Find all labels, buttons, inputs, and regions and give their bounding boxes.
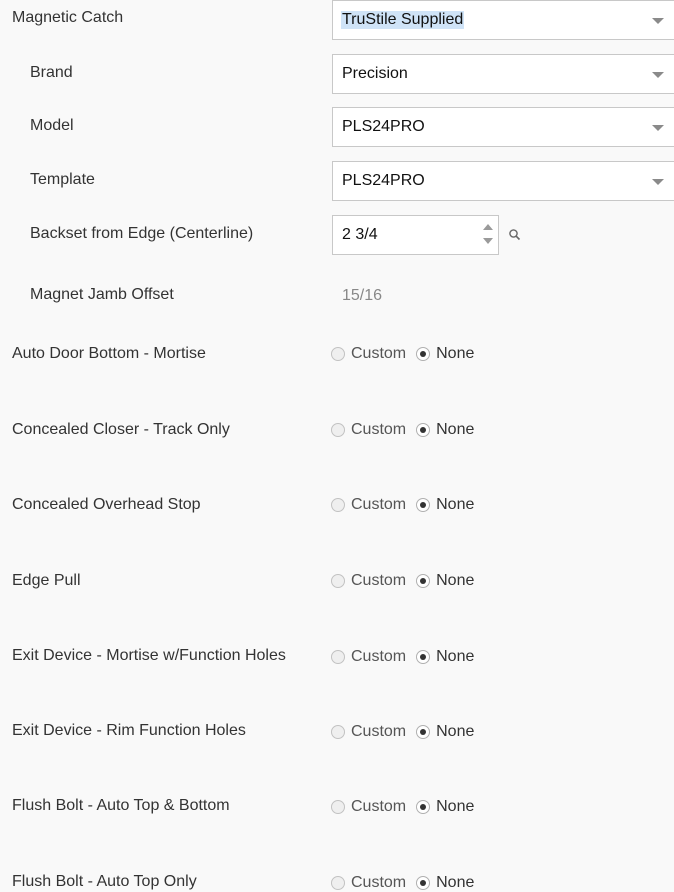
option-label: Flush Bolt - Auto Top & Bottom xyxy=(12,797,230,814)
option-radio-group: Custom None xyxy=(331,874,484,892)
option-radio-group: Custom None xyxy=(331,421,484,439)
option-radio-group: Custom None xyxy=(331,572,484,590)
custom-radio[interactable]: Custom xyxy=(331,648,406,666)
model-select[interactable]: PLS24PRO xyxy=(332,107,674,147)
radio-circle-icon xyxy=(331,876,345,890)
none-radio[interactable]: None xyxy=(416,798,474,816)
radio-selected-icon xyxy=(416,347,431,361)
magnetic-catch-select[interactable]: TruStile Supplied xyxy=(332,0,674,40)
custom-radio[interactable]: Custom xyxy=(331,723,406,741)
option-label: Edge Pull xyxy=(12,572,81,589)
search-icon[interactable] xyxy=(508,228,522,242)
model-label: Model xyxy=(30,117,74,134)
model-value: PLS24PRO xyxy=(342,118,425,135)
brand-select[interactable]: Precision xyxy=(332,54,674,94)
chevron-down-icon xyxy=(652,72,664,78)
radio-circle-icon xyxy=(331,800,345,814)
backset-spinner[interactable]: 2 3/4 xyxy=(332,215,499,255)
none-radio[interactable]: None xyxy=(416,421,474,439)
option-label: Concealed Closer - Track Only xyxy=(12,421,230,438)
radio-selected-icon xyxy=(416,800,431,814)
radio-circle-icon xyxy=(331,498,345,512)
spinner-up-icon[interactable] xyxy=(483,224,493,230)
none-radio[interactable]: None xyxy=(416,572,474,590)
none-radio[interactable]: None xyxy=(416,874,474,892)
custom-radio[interactable]: Custom xyxy=(331,874,406,892)
brand-value: Precision xyxy=(342,65,408,82)
chevron-down-icon xyxy=(652,18,664,24)
radio-circle-icon xyxy=(331,725,345,739)
brand-label: Brand xyxy=(30,64,73,81)
option-label: Auto Door Bottom - Mortise xyxy=(12,345,206,362)
custom-radio[interactable]: Custom xyxy=(331,421,406,439)
spinner-down-icon[interactable] xyxy=(483,238,493,244)
option-label: Exit Device - Mortise w/Function Holes xyxy=(12,647,286,664)
radio-selected-icon xyxy=(416,498,431,512)
template-label: Template xyxy=(30,171,95,188)
radio-selected-icon xyxy=(416,725,431,739)
radio-circle-icon xyxy=(331,574,345,588)
none-radio[interactable]: None xyxy=(416,648,474,666)
radio-selected-icon xyxy=(416,650,431,664)
template-value: PLS24PRO xyxy=(342,172,425,189)
option-radio-group: Custom None xyxy=(331,345,484,363)
custom-radio[interactable]: Custom xyxy=(331,345,406,363)
none-radio[interactable]: None xyxy=(416,345,474,363)
option-radio-group: Custom None xyxy=(331,648,484,666)
radio-circle-icon xyxy=(331,650,345,664)
radio-circle-icon xyxy=(331,347,345,361)
none-radio[interactable]: None xyxy=(416,496,474,514)
magnetic-catch-label: Magnetic Catch xyxy=(12,9,124,26)
chevron-down-icon xyxy=(652,125,664,131)
radio-selected-icon xyxy=(416,574,431,588)
radio-selected-icon xyxy=(416,876,431,890)
custom-radio[interactable]: Custom xyxy=(331,572,406,590)
magnetic-catch-value: TruStile Supplied xyxy=(341,11,465,29)
none-radio[interactable]: None xyxy=(416,723,474,741)
radio-circle-icon xyxy=(331,423,345,437)
backset-label: Backset from Edge (Centerline) xyxy=(30,225,254,242)
option-label: Concealed Overhead Stop xyxy=(12,496,201,513)
jamb-offset-value: 15/16 xyxy=(342,287,383,304)
option-radio-group: Custom None xyxy=(331,723,484,741)
template-select[interactable]: PLS24PRO xyxy=(332,161,674,201)
option-label: Flush Bolt - Auto Top Only xyxy=(12,873,197,890)
option-label: Exit Device - Rim Function Holes xyxy=(12,722,246,739)
option-radio-group: Custom None xyxy=(331,496,484,514)
backset-value: 2 3/4 xyxy=(342,226,378,243)
custom-radio[interactable]: Custom xyxy=(331,798,406,816)
jamb-offset-label: Magnet Jamb Offset xyxy=(30,286,174,303)
chevron-down-icon xyxy=(652,179,664,185)
radio-selected-icon xyxy=(416,423,431,437)
custom-radio[interactable]: Custom xyxy=(331,496,406,514)
option-radio-group: Custom None xyxy=(331,798,484,816)
